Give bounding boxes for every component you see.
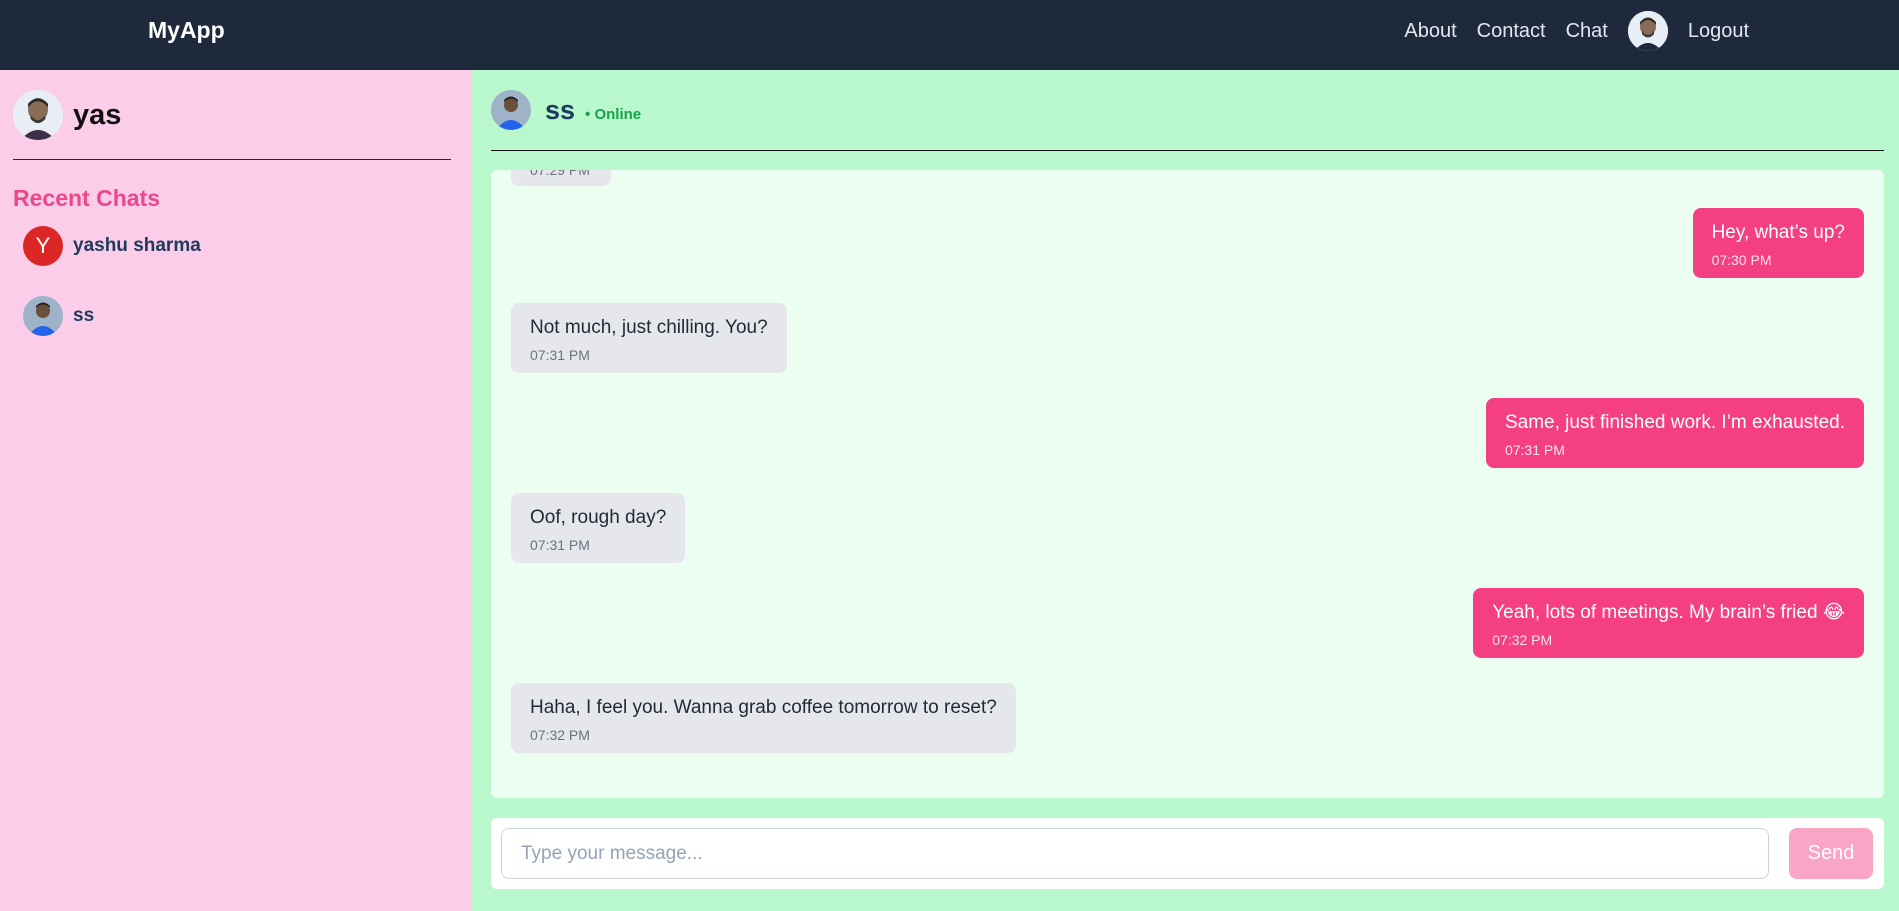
message-time: 07:31 PM xyxy=(530,537,590,553)
message-bubble-outgoing: Hey, what’s up? 07:30 PM xyxy=(1692,208,1864,278)
message-input[interactable] xyxy=(501,828,1769,879)
nav-links: About Contact Chat Logout xyxy=(1384,10,1749,52)
letter-avatar: Y xyxy=(23,226,63,266)
message-bubble-incoming: Not much, just chilling. You? 07:31 PM xyxy=(511,303,787,373)
nav-link-contact[interactable]: Contact xyxy=(1477,20,1546,43)
message-text: Same, just finished work. I’m exhausted. xyxy=(1504,412,1845,433)
nav-link-chat[interactable]: Chat xyxy=(1566,20,1608,43)
online-status: • Online xyxy=(585,105,642,123)
recent-chat-item[interactable]: ss xyxy=(23,296,94,336)
send-button[interactable]: Send xyxy=(1789,828,1873,879)
logout-link[interactable]: Logout xyxy=(1688,20,1749,43)
partner-name: ss xyxy=(545,94,576,125)
partial-message-bubble: 07:29 PM xyxy=(511,170,611,186)
partner-avatar-icon xyxy=(491,90,531,130)
message-text: Not much, just chilling. You? xyxy=(530,317,768,338)
sidebar: yas Recent Chats Y yashu sharma ss xyxy=(0,70,471,911)
message-text: Haha, I feel you. Wanna grab coffee tomo… xyxy=(530,697,997,718)
top-navbar: MyApp About Contact Chat Logout xyxy=(0,0,1899,70)
message-list[interactable]: 07:29 PM Hey, what’s up? 07:30 PM Not mu… xyxy=(491,170,1884,798)
recent-chat-item[interactable]: Y yashu sharma xyxy=(23,226,201,266)
current-user-avatar-icon xyxy=(13,90,63,140)
recent-chat-name: yashu sharma xyxy=(73,235,201,256)
message-text: Hey, what’s up? xyxy=(1711,222,1845,243)
chat-header: ss • Online xyxy=(491,90,641,130)
message-bubble-incoming: Oof, rough day? 07:31 PM xyxy=(511,493,686,563)
recent-chat-name: ss xyxy=(73,305,95,326)
message-bubble-outgoing: Yeah, lots of meetings. My brain’s fried… xyxy=(1473,588,1864,658)
message-text: Yeah, lots of meetings. My brain’s fried… xyxy=(1492,602,1845,623)
current-user-name: yas xyxy=(73,98,122,131)
current-user: yas xyxy=(13,90,121,140)
sidebar-divider xyxy=(13,159,451,160)
user-avatar-icon[interactable] xyxy=(1627,11,1668,51)
message-time: 07:32 PM xyxy=(530,727,590,743)
message-time: 07:31 PM xyxy=(530,347,590,363)
brand-logo[interactable]: MyApp xyxy=(148,17,225,44)
message-time: 07:30 PM xyxy=(1711,252,1772,268)
header-divider xyxy=(491,150,1884,151)
message-time: 07:31 PM xyxy=(1504,442,1565,458)
message-time: 07:29 PM xyxy=(530,170,590,178)
message-bubble-outgoing: Same, just finished work. I’m exhausted.… xyxy=(1485,398,1864,468)
message-text: Oof, rough day? xyxy=(530,507,667,528)
message-time: 07:32 PM xyxy=(1492,632,1553,648)
message-composer: Send xyxy=(491,818,1884,889)
user-photo-icon xyxy=(23,296,63,336)
chat-panel: ss • Online 07:29 PM Hey, what’s up? 07:… xyxy=(471,70,1899,911)
message-bubble-incoming: Haha, I feel you. Wanna grab coffee tomo… xyxy=(511,683,1016,753)
nav-link-about[interactable]: About xyxy=(1404,20,1456,43)
recent-chats-heading: Recent Chats xyxy=(13,185,160,211)
